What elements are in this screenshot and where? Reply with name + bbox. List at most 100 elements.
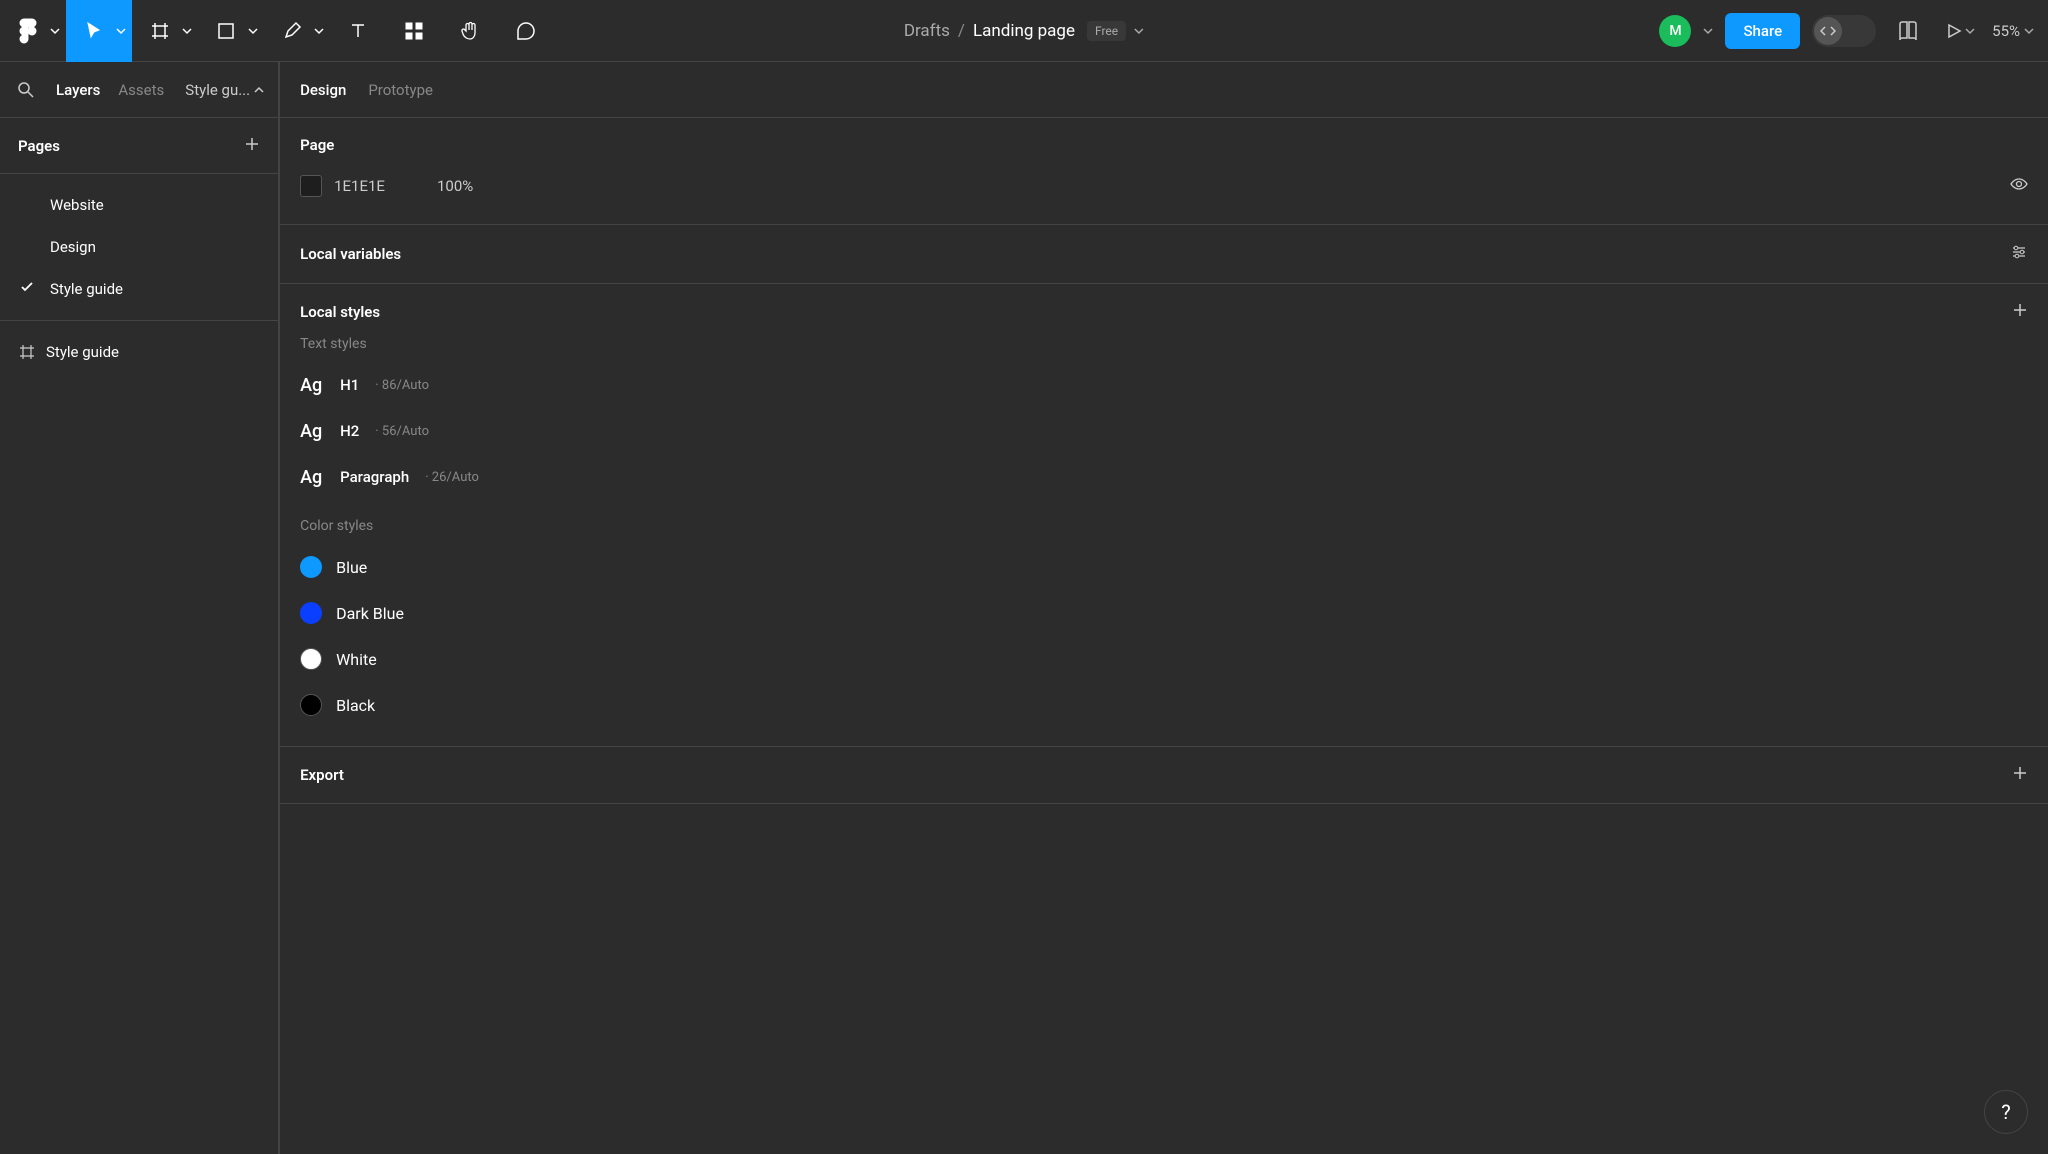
dev-mode-toggle[interactable] xyxy=(1812,15,1876,47)
local-styles-section: Local styles Text styles Ag H1 · 86/Auto… xyxy=(280,284,2048,747)
page-item-website[interactable]: Website xyxy=(0,184,278,226)
local-variables-title: Local variables xyxy=(300,245,401,263)
play-icon xyxy=(1945,22,1963,40)
text-style-preview: Ag xyxy=(300,467,328,488)
text-style-h1[interactable]: Ag H1 · 86/Auto xyxy=(300,362,2028,408)
text-icon xyxy=(348,21,368,41)
book-icon xyxy=(1897,20,1919,42)
color-style-name: Dark Blue xyxy=(336,604,404,623)
tab-design[interactable]: Design xyxy=(300,81,346,99)
page-dropdown[interactable]: Style gu... xyxy=(185,81,264,99)
opacity-value[interactable]: 100% xyxy=(437,177,473,195)
color-style-dark-blue[interactable]: Dark Blue xyxy=(300,590,2028,636)
export-title: Export xyxy=(300,766,344,784)
library-button[interactable] xyxy=(1888,11,1928,51)
frame-icon xyxy=(18,343,36,361)
chevron-down-icon xyxy=(116,26,126,36)
page-label: Website xyxy=(50,196,104,214)
layer-item-style-guide[interactable]: Style guide xyxy=(0,331,278,373)
color-style-name: White xyxy=(336,650,377,669)
tab-assets[interactable]: Assets xyxy=(118,81,164,99)
page-label: Style guide xyxy=(50,280,123,298)
add-export-button[interactable] xyxy=(2012,765,2028,785)
right-panel: Design Prototype Page 1E1E1E 100% Local … xyxy=(279,62,2048,1154)
chevron-up-icon xyxy=(254,85,264,95)
add-page-button[interactable] xyxy=(244,136,260,156)
chevron-down-icon xyxy=(1965,26,1975,36)
color-style-name: Black xyxy=(336,696,375,715)
main-menu-button[interactable] xyxy=(0,0,66,62)
pages-title: Pages xyxy=(18,137,60,155)
page-item-design[interactable]: Design xyxy=(0,226,278,268)
layers-list: Style guide xyxy=(0,321,278,383)
chevron-down-icon xyxy=(50,26,60,36)
pages-section-header: Pages xyxy=(0,118,278,174)
breadcrumb: Drafts / Landing page Free xyxy=(904,21,1144,41)
zoom-value: 55% xyxy=(1992,22,2020,40)
color-style-name: Blue xyxy=(336,558,367,577)
text-styles-header: Text styles xyxy=(300,336,2028,352)
text-tool-button[interactable] xyxy=(330,0,386,62)
top-toolbar: Drafts / Landing page Free M Share 55% xyxy=(0,0,2048,62)
tab-prototype[interactable]: Prototype xyxy=(368,81,433,99)
dev-mode-thumb xyxy=(1814,17,1842,45)
avatar[interactable]: M xyxy=(1659,15,1691,47)
share-button[interactable]: Share xyxy=(1725,13,1800,49)
page-dropdown-label: Style gu... xyxy=(185,81,250,99)
left-panel-tabs: Layers Assets Style gu... xyxy=(0,62,278,118)
page-item-style-guide[interactable]: Style guide xyxy=(0,268,278,310)
breadcrumb-location[interactable]: Drafts xyxy=(904,21,950,41)
color-swatch xyxy=(300,602,322,624)
text-style-name: H1 xyxy=(340,376,359,394)
layer-label: Style guide xyxy=(46,343,119,361)
text-style-name: Paragraph xyxy=(340,468,409,486)
resources-button[interactable] xyxy=(386,0,442,62)
cursor-icon xyxy=(84,21,104,41)
comment-tool-button[interactable] xyxy=(498,0,554,62)
toolbar-left-group xyxy=(0,0,554,61)
eye-icon xyxy=(2010,175,2028,193)
color-style-black[interactable]: Black xyxy=(300,682,2028,728)
chevron-down-icon[interactable] xyxy=(1703,26,1713,36)
color-style-blue[interactable]: Blue xyxy=(300,544,2028,590)
sliders-icon xyxy=(2010,243,2028,261)
local-variables-section[interactable]: Local variables xyxy=(280,225,2048,284)
hand-icon xyxy=(459,20,481,42)
pages-list: Website Design Style guide xyxy=(0,174,278,321)
color-style-white[interactable]: White xyxy=(300,636,2028,682)
chevron-down-icon[interactable] xyxy=(1134,26,1144,36)
page-background-row[interactable]: 1E1E1E 100% xyxy=(300,166,2028,206)
shape-tool-button[interactable] xyxy=(198,0,264,62)
comment-icon xyxy=(515,20,537,42)
main-area: Layers Assets Style gu... Pages Website … xyxy=(0,62,2048,1154)
text-style-meta: · 56/Auto xyxy=(375,424,429,439)
move-tool-button[interactable] xyxy=(66,0,132,62)
frame-icon xyxy=(150,21,170,41)
chevron-down-icon xyxy=(2024,26,2034,36)
pen-tool-button[interactable] xyxy=(264,0,330,62)
hex-value[interactable]: 1E1E1E xyxy=(334,177,385,195)
local-styles-title: Local styles xyxy=(300,303,380,321)
frame-tool-button[interactable] xyxy=(132,0,198,62)
chevron-down-icon xyxy=(248,26,258,36)
page-section-title: Page xyxy=(300,136,2028,154)
export-section[interactable]: Export xyxy=(280,747,2048,804)
variables-settings-button[interactable] xyxy=(2010,243,2028,265)
help-button[interactable]: ? xyxy=(1984,1090,2028,1134)
right-panel-tabs: Design Prototype xyxy=(280,62,2048,118)
tab-layers[interactable]: Layers xyxy=(56,81,100,99)
file-name[interactable]: Landing page xyxy=(973,21,1075,41)
present-button[interactable] xyxy=(1940,11,1980,51)
plus-icon xyxy=(2012,302,2028,318)
color-swatch xyxy=(300,694,322,716)
visibility-toggle[interactable] xyxy=(2010,175,2028,197)
plus-icon xyxy=(2012,765,2028,781)
search-icon xyxy=(17,81,35,99)
zoom-level[interactable]: 55% xyxy=(1992,22,2034,40)
add-style-button[interactable] xyxy=(2012,302,2028,322)
text-style-paragraph[interactable]: Ag Paragraph · 26/Auto xyxy=(300,454,2028,500)
hand-tool-button[interactable] xyxy=(442,0,498,62)
search-button[interactable] xyxy=(14,70,38,110)
text-style-h2[interactable]: Ag H2 · 56/Auto xyxy=(300,408,2028,454)
color-swatch[interactable] xyxy=(300,175,322,197)
